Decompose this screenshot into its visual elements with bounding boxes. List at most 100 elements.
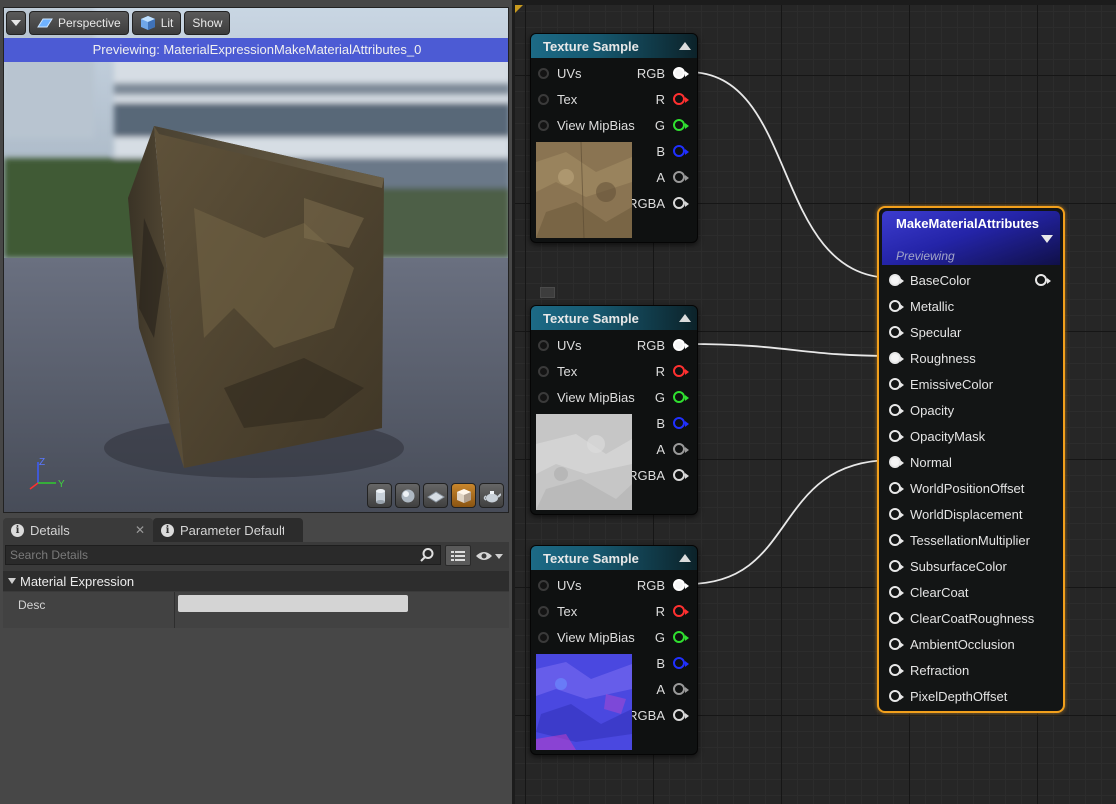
input-pin-normal[interactable]: Normal <box>889 453 952 471</box>
pin-label: G <box>654 117 665 133</box>
preview-mesh-modes <box>367 483 504 508</box>
pin-icon <box>889 482 904 494</box>
input-pin-worlddisplacement[interactable]: WorldDisplacement <box>889 505 1022 523</box>
input-pin-pixeldepthoffset[interactable]: PixelDepthOffset <box>889 687 1007 705</box>
input-pin-subsurfacecolor[interactable]: SubsurfaceColor <box>889 557 1007 575</box>
input-pin-uvs[interactable]: UVs <box>538 336 582 354</box>
node-header[interactable]: Texture Sample <box>531 34 697 58</box>
details-panel: Material Expression Desc <box>3 542 509 628</box>
input-pin-tex[interactable]: Tex <box>538 90 577 108</box>
input-pin-clearcoatroughness[interactable]: ClearCoatRoughness <box>889 609 1034 627</box>
sphere-mode-button[interactable] <box>395 483 420 508</box>
output-pin-r[interactable]: R <box>655 602 689 620</box>
column-divider[interactable] <box>174 592 175 628</box>
output-pin-rgb[interactable]: RGB <box>637 336 689 354</box>
tab-details[interactable]: i Details ✕ <box>3 518 153 542</box>
output-pin-b[interactable]: B <box>656 654 689 672</box>
input-pin-ambientocclusion[interactable]: AmbientOcclusion <box>889 635 1015 653</box>
output-pin-b[interactable]: B <box>656 142 689 160</box>
cylinder-mode-button[interactable] <box>367 483 392 508</box>
input-pin-uvs[interactable]: UVs <box>538 576 582 594</box>
comment-bubble-icon[interactable] <box>540 287 555 298</box>
output-pin-a[interactable]: A <box>656 680 689 698</box>
input-pin-refraction[interactable]: Refraction <box>889 661 969 679</box>
close-icon[interactable]: ✕ <box>135 523 145 537</box>
view-options-button[interactable] <box>475 546 507 566</box>
texture-thumbnail <box>536 142 632 238</box>
input-pin-view-mipbias[interactable]: View MipBias <box>538 628 635 646</box>
input-pin-clearcoat[interactable]: ClearCoat <box>889 583 969 601</box>
input-pin-emissivecolor[interactable]: EmissiveColor <box>889 375 993 393</box>
output-pin-rgba[interactable]: RGBA <box>628 194 689 212</box>
texture-sample-node-2[interactable]: Texture Sample UVs Tex View MipBias RGB … <box>530 305 698 515</box>
pin-icon <box>889 300 904 312</box>
input-pin-tex[interactable]: Tex <box>538 362 577 380</box>
cube-mode-button[interactable] <box>451 483 476 508</box>
output-pin-rgb[interactable]: RGB <box>637 576 689 594</box>
input-pin-metallic[interactable]: Metallic <box>889 297 954 315</box>
input-pin-view-mipbias[interactable]: View MipBias <box>538 116 635 134</box>
texture-sample-node-1[interactable]: Texture Sample UVs Tex View MipBias RGB … <box>530 33 698 243</box>
input-pin-basecolor[interactable]: BaseColor <box>889 271 971 289</box>
desc-field[interactable] <box>178 595 408 612</box>
collapse-arrow-icon[interactable] <box>679 42 691 50</box>
make-material-attributes-node[interactable]: MakeMaterialAttributes Previewing BaseCo… <box>877 206 1065 713</box>
pin-label: RGBA <box>628 707 665 723</box>
search-details-input[interactable] <box>5 545 441 565</box>
output-pin-a[interactable]: A <box>656 168 689 186</box>
output-pin-g[interactable]: G <box>655 628 689 646</box>
teapot-mode-button[interactable] <box>479 483 504 508</box>
output-pin-g[interactable]: G <box>654 116 689 134</box>
output-pin-rgb[interactable]: RGB <box>637 64 689 82</box>
details-empty-area <box>3 628 509 804</box>
collapse-arrow-icon[interactable] <box>679 554 691 562</box>
plane-mode-button[interactable] <box>423 483 448 508</box>
texture-sample-node-3[interactable]: Texture Sample UVs Tex View MipBias RGB … <box>530 545 698 755</box>
input-pin-tessellationmultiplier[interactable]: TessellationMultiplier <box>889 531 1030 549</box>
tab-parameter-defaults[interactable]: i Parameter Defaults <box>153 518 303 542</box>
collapse-arrow-icon[interactable] <box>679 314 691 322</box>
output-pin-a[interactable]: A <box>656 440 689 458</box>
node-header[interactable]: Texture Sample <box>531 546 697 570</box>
input-pin-uvs[interactable]: UVs <box>538 64 582 82</box>
output-pin-b[interactable]: B <box>656 414 689 432</box>
output-pin-rgba[interactable]: RGBA <box>628 466 689 484</box>
output-pin-material-attributes[interactable] <box>1035 274 1051 286</box>
pin-label: R <box>655 603 665 619</box>
output-pin-rgba[interactable]: RGBA <box>628 706 689 724</box>
pin-label: G <box>654 389 665 405</box>
perspective-button[interactable]: Perspective <box>29 11 129 35</box>
show-button[interactable]: Show <box>184 11 231 35</box>
pin-label: RGBA <box>628 467 665 483</box>
lit-button[interactable]: Lit <box>131 11 182 35</box>
input-pin-roughness[interactable]: Roughness <box>889 349 976 367</box>
preview-viewport[interactable]: Perspective Lit Show Previewing: Materia… <box>3 7 509 513</box>
pin-icon <box>889 378 904 390</box>
output-pin-r[interactable]: R <box>655 90 689 108</box>
property-matrix-button[interactable] <box>445 545 471 566</box>
input-pin-tex[interactable]: Tex <box>538 602 577 620</box>
input-pin-worldpositionoffset[interactable]: WorldPositionOffset <box>889 479 1024 497</box>
pin-label: TessellationMultiplier <box>910 532 1030 548</box>
collapse-arrow-icon[interactable] <box>1041 235 1053 243</box>
pin-label: View MipBias <box>557 389 635 405</box>
pin-icon <box>673 67 689 79</box>
output-pin-r[interactable]: R <box>656 362 689 380</box>
node-header[interactable]: MakeMaterialAttributes Previewing <box>882 211 1060 265</box>
pin-icon <box>673 93 689 105</box>
search-icon[interactable] <box>419 547 435 563</box>
pin-icon <box>538 631 549 643</box>
pin-icon <box>889 638 904 650</box>
pin-icon <box>889 326 904 338</box>
viewport-options-button[interactable] <box>6 11 26 35</box>
input-pin-opacity[interactable]: Opacity <box>889 401 954 419</box>
input-pin-view-mipbias[interactable]: View MipBias <box>538 388 635 406</box>
input-pin-opacitymask[interactable]: OpacityMask <box>889 427 985 445</box>
pin-icon <box>673 145 689 157</box>
axis-gizmo-icon: Z Y <box>29 457 65 490</box>
node-header[interactable]: Texture Sample <box>531 306 697 330</box>
output-pin-g[interactable]: G <box>654 388 689 406</box>
input-pin-specular[interactable]: Specular <box>889 323 961 341</box>
pin-label: R <box>655 91 665 107</box>
category-material-expression[interactable]: Material Expression <box>3 571 509 591</box>
